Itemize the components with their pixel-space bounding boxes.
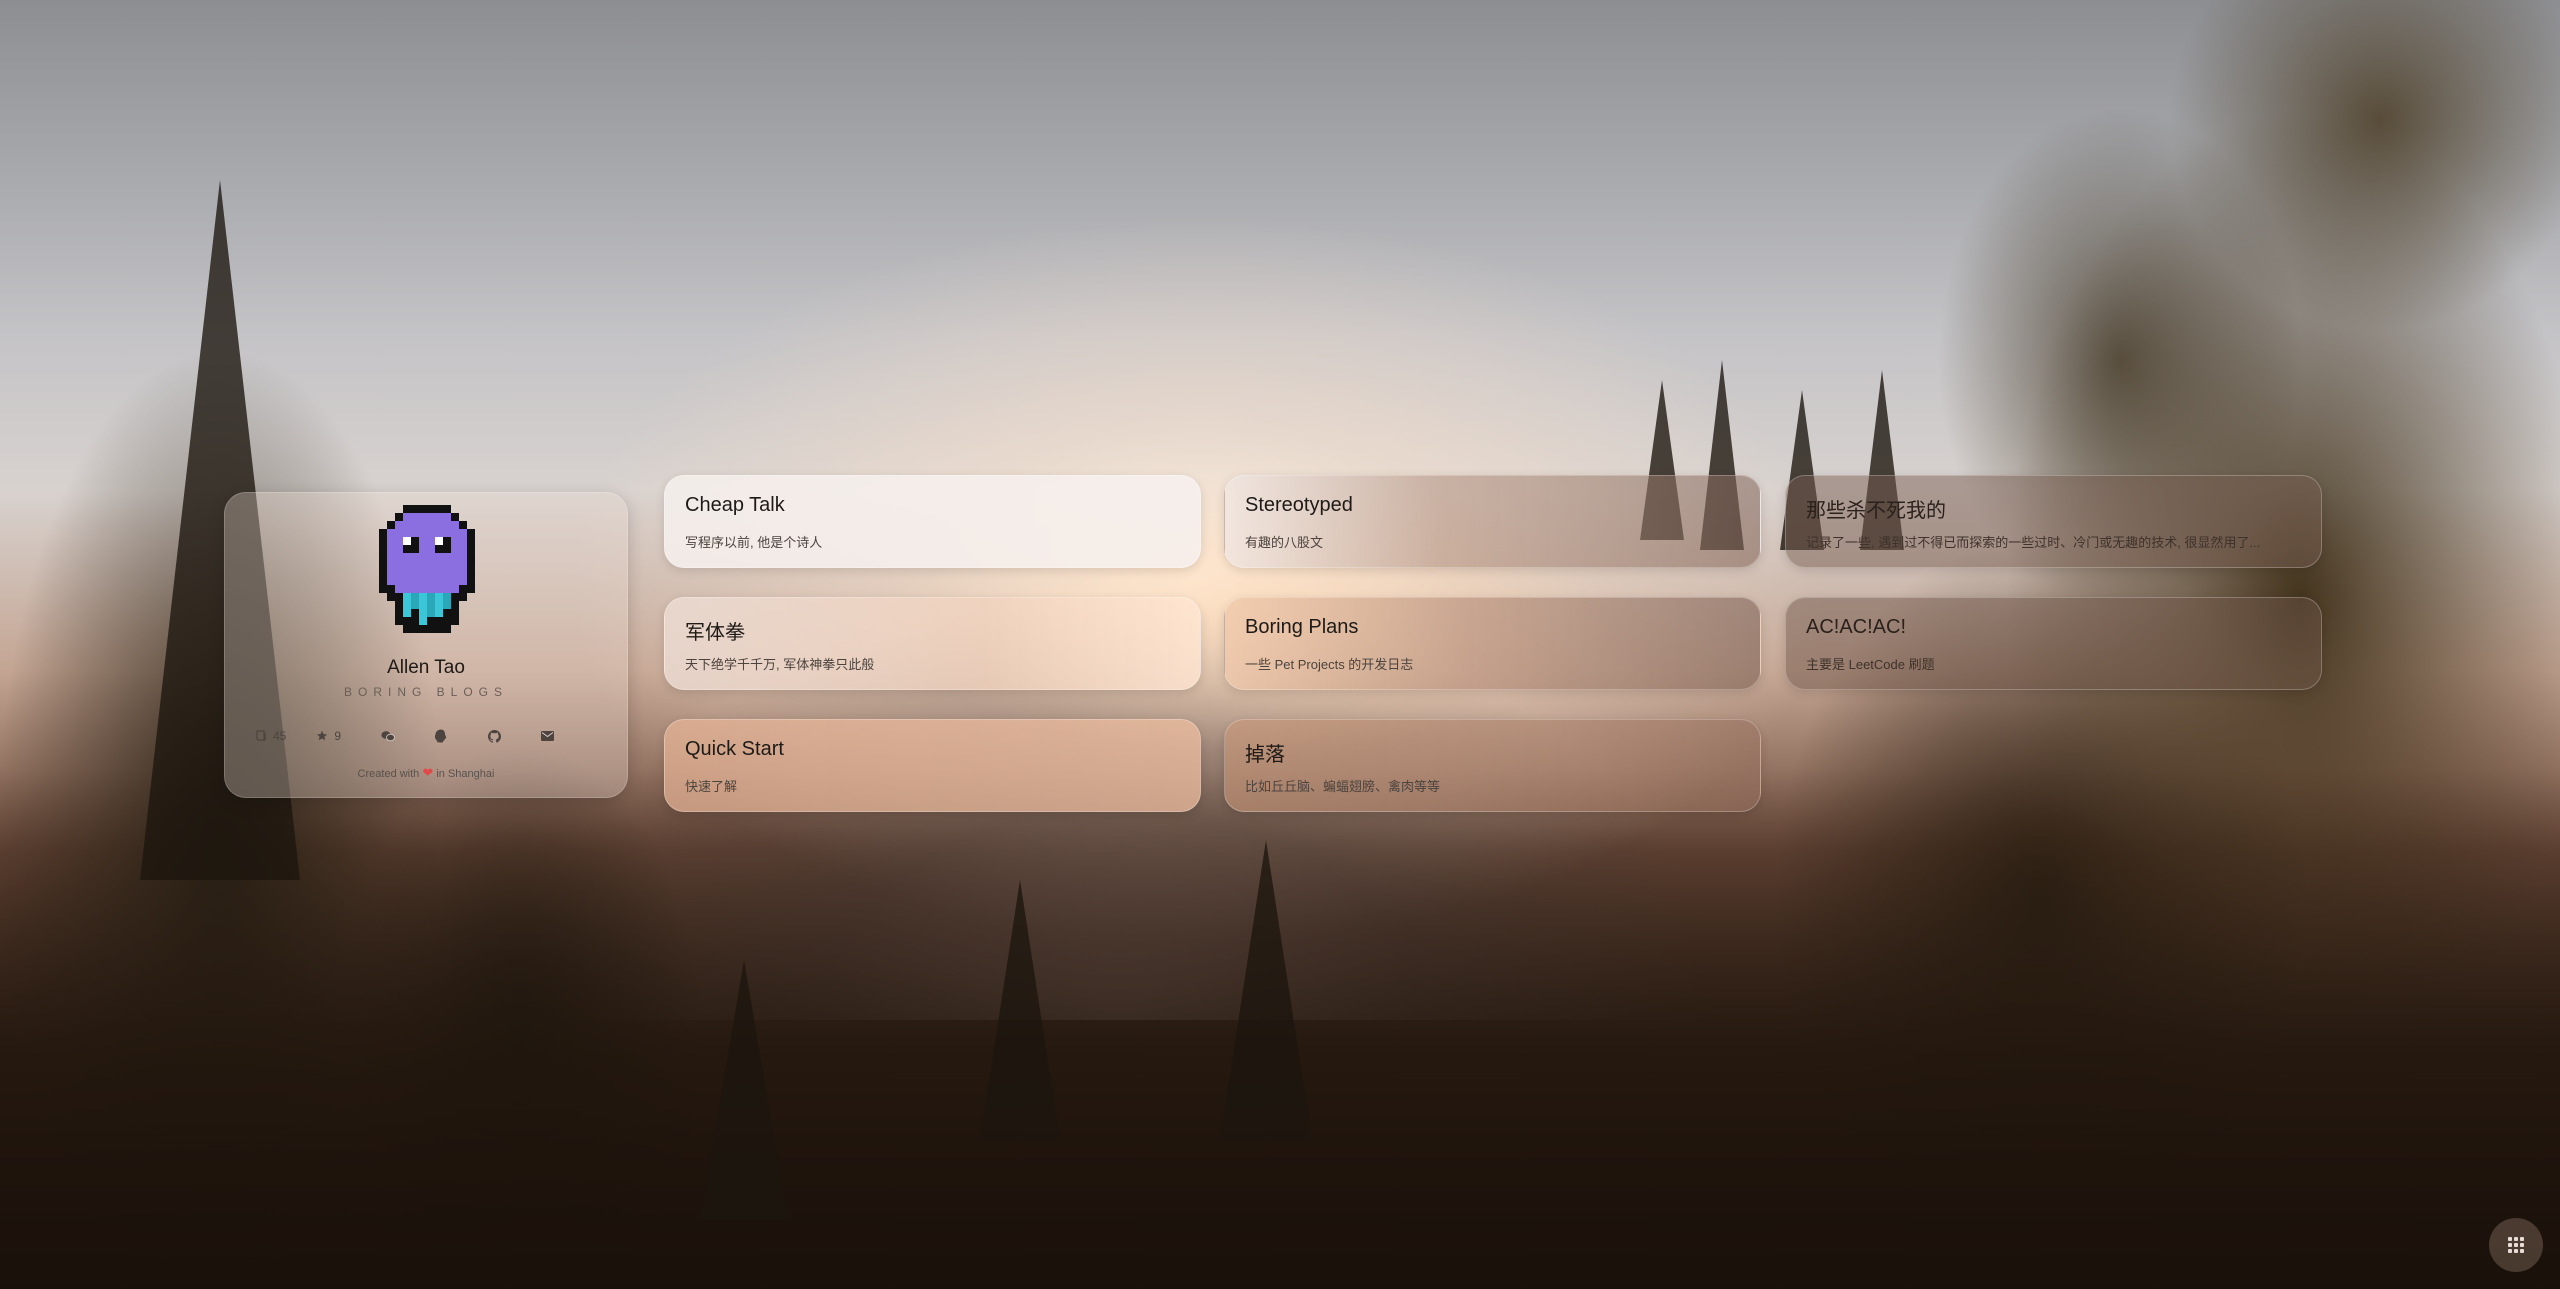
footer-prefix: Created with — [357, 768, 420, 780]
card-boring-plans[interactable]: Boring Plans 一些 Pet Projects 的开发日志 — [1224, 597, 1761, 690]
stats-row: 45 9 — [255, 725, 597, 747]
card-stereotyped[interactable]: Stereotyped 有趣的八股文 — [1224, 475, 1761, 568]
footer-suffix: in Shanghai — [436, 768, 495, 780]
card-description: 主要是 LeetCode 刷题 — [1806, 657, 1935, 672]
post-count-stat[interactable]: 45 — [255, 729, 286, 743]
card-ac[interactable]: AC!AC!AC! 主要是 LeetCode 刷题 — [1785, 597, 2322, 690]
star-count-stat[interactable]: 9 — [316, 729, 341, 743]
card-title: 军体拳 — [685, 622, 745, 644]
profile-card: Allen Tao BORING BLOGS 45 9 Created with… — [224, 492, 628, 798]
card-drops[interactable]: 掉落 比如丘丘脑、蝙蝠翅膀、禽肉等等 — [1224, 719, 1761, 812]
launcher-button[interactable] — [2489, 1218, 2543, 1272]
email-icon — [540, 731, 554, 741]
card-description: 有趣的八股文 — [1245, 535, 1324, 550]
card-description: 比如丘丘脑、蝙蝠翅膀、禽肉等等 — [1245, 779, 1441, 794]
profile-footer: Created with ❤ in Shanghai — [225, 765, 627, 781]
qq-icon — [435, 729, 447, 743]
qq-link[interactable] — [430, 725, 452, 747]
avatar — [379, 505, 475, 633]
profile-tagline: BORING BLOGS — [343, 685, 509, 699]
card-title: 那些杀不死我的 — [1806, 500, 1946, 522]
profile-name: Allen Tao — [387, 657, 465, 678]
card-description: 写程序以前, 他是个诗人 — [685, 535, 823, 550]
card-description: 记录了一些, 遇到过不得已而探索的一些过时、冷门或无趣的技术, 很显然用了... — [1806, 535, 2261, 550]
card-title: Cheap Talk — [685, 494, 785, 516]
card-cheap-talk[interactable]: Cheap Talk 写程序以前, 他是个诗人 — [664, 475, 1201, 568]
wechat-link[interactable] — [377, 725, 399, 747]
github-icon — [487, 729, 501, 743]
star-icon — [317, 730, 328, 741]
card-title: Boring Plans — [1245, 616, 1359, 638]
post-count: 45 — [273, 729, 287, 743]
github-link[interactable] — [483, 725, 505, 747]
email-link[interactable] — [536, 725, 558, 747]
heart-icon: ❤ — [422, 765, 434, 780]
tree-silhouette — [1220, 840, 1312, 1140]
grid-icon — [2508, 1237, 2524, 1253]
card-title: AC!AC!AC! — [1806, 616, 1907, 638]
card-description: 一些 Pet Projects 的开发日志 — [1245, 657, 1414, 672]
tree-silhouette — [980, 880, 1060, 1140]
tree-silhouette — [700, 960, 788, 1220]
star-count: 9 — [334, 729, 342, 743]
card-military-boxing[interactable]: 军体拳 天下绝学千千万, 军体神拳只此般 — [664, 597, 1201, 690]
card-title: Stereotyped — [1245, 494, 1353, 516]
wechat-icon — [381, 731, 395, 742]
card-description: 天下绝学千千万, 军体神拳只此般 — [685, 657, 875, 672]
card-quick-start[interactable]: Quick Start 快速了解 — [664, 719, 1201, 812]
card-title: 掉落 — [1245, 744, 1285, 766]
card-description: 快速了解 — [685, 779, 738, 794]
book-icon — [256, 730, 266, 741]
card-title: Quick Start — [685, 738, 784, 760]
card-unkillable[interactable]: 那些杀不死我的 记录了一些, 遇到过不得已而探索的一些过时、冷门或无趣的技术, … — [1785, 475, 2322, 568]
